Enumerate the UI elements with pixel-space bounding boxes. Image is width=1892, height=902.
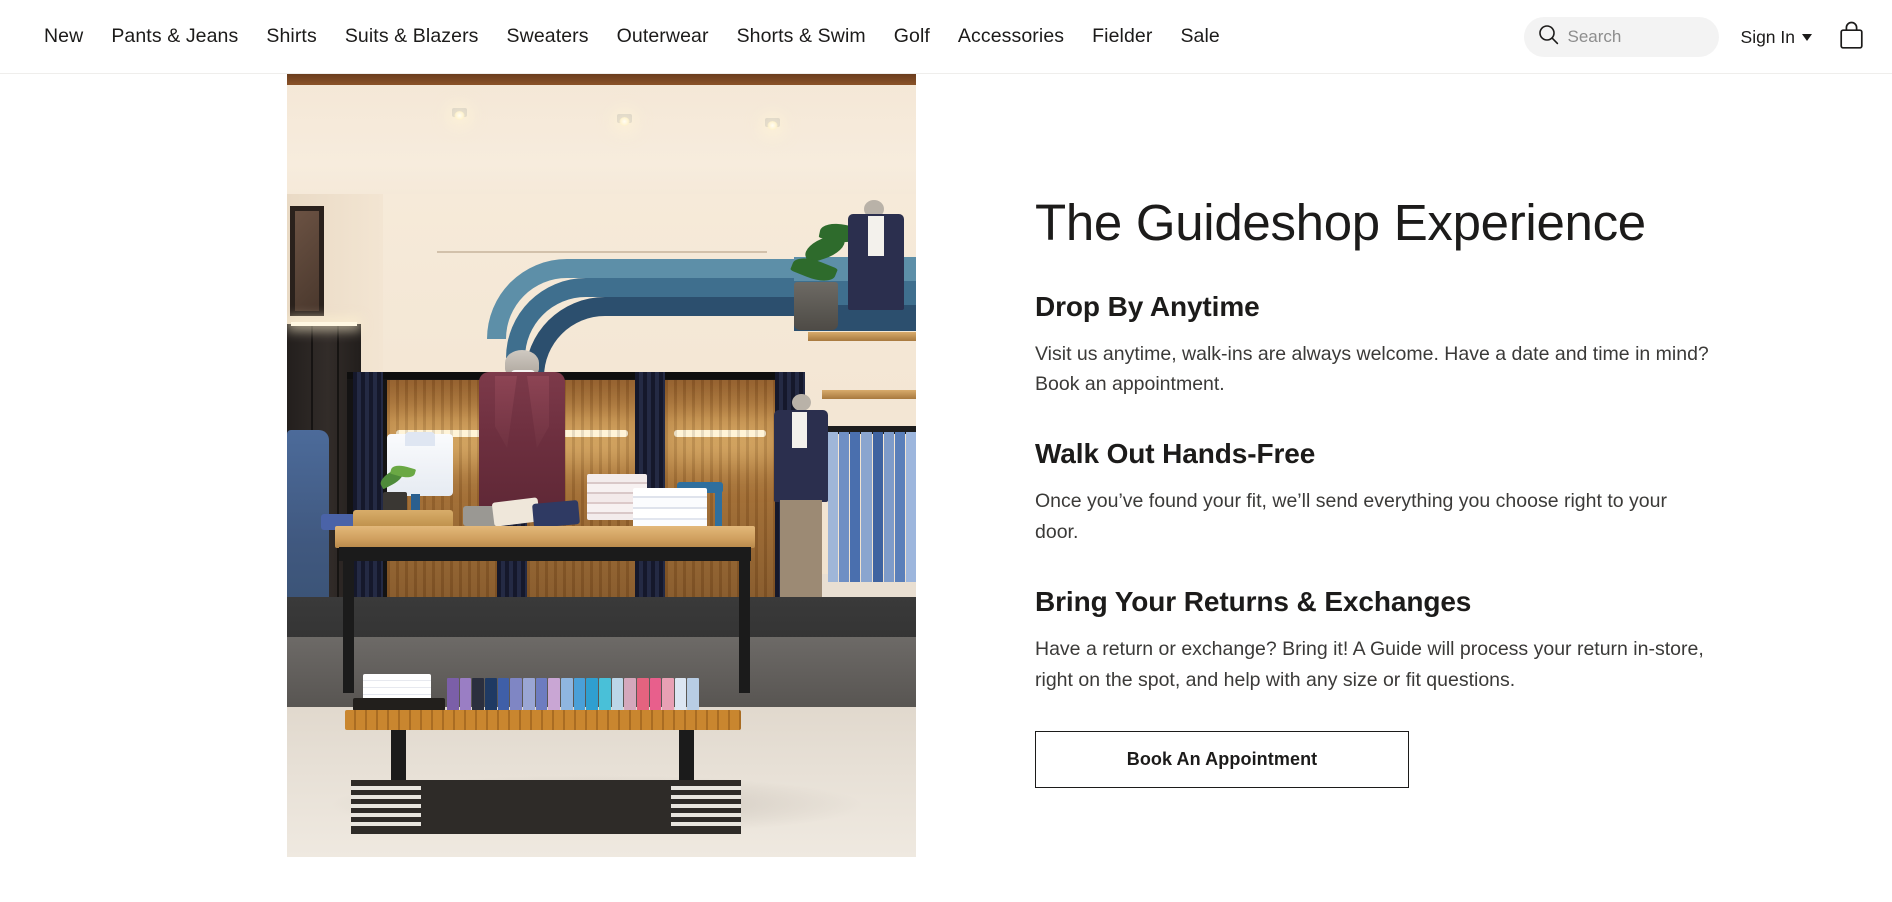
planter bbox=[794, 282, 838, 330]
burgundy-suit-mannequin bbox=[479, 372, 565, 520]
display-table-apron bbox=[339, 547, 751, 561]
ceiling-beam bbox=[287, 74, 916, 85]
display-bench bbox=[345, 710, 741, 730]
framed-artwork bbox=[290, 206, 324, 316]
book-an-appointment-button[interactable]: Book An Appointment bbox=[1035, 731, 1409, 789]
section-body-bring-your-returns-exchanges: Have a return or exchange? Bring it! A G… bbox=[1035, 637, 1704, 691]
ceiling-spotlight bbox=[452, 108, 467, 120]
section-heading-walk-out-hands-free: Walk Out Hands-Free bbox=[1035, 438, 1316, 470]
guideshop-store-photo bbox=[287, 74, 916, 857]
search-input[interactable] bbox=[1567, 27, 1698, 47]
ceiling-spotlight bbox=[617, 114, 632, 126]
nav-item-shorts-swim[interactable]: Shorts & Swim bbox=[723, 19, 880, 54]
search-icon bbox=[1538, 24, 1559, 50]
nav-item-fielder[interactable]: Fielder bbox=[1078, 19, 1166, 54]
header-utilities: Sign In bbox=[1523, 0, 1892, 74]
shirt-rack bbox=[828, 432, 916, 582]
cart-button[interactable] bbox=[1838, 21, 1865, 53]
page-title: The Guideshop Experience bbox=[1035, 194, 1646, 251]
chevron-down-icon bbox=[1802, 33, 1812, 41]
site-header: New Pants & Jeans Shirts Suits & Blazers… bbox=[0, 0, 1892, 74]
led-strip bbox=[291, 322, 357, 326]
nav-item-shirts[interactable]: Shirts bbox=[252, 19, 330, 54]
search-box[interactable] bbox=[1523, 17, 1719, 57]
section-body-drop-by-anytime: Visit us anytime, walk-ins are always we… bbox=[1035, 342, 1709, 396]
nav-item-pants-jeans[interactable]: Pants & Jeans bbox=[97, 19, 252, 54]
bench-shirt-row bbox=[447, 678, 700, 712]
folded-fabric bbox=[532, 500, 580, 528]
sign-in-label: Sign In bbox=[1740, 26, 1795, 47]
store-interior-scene bbox=[287, 74, 916, 857]
fitting-room-curtain bbox=[353, 372, 383, 612]
nav-item-golf[interactable]: Golf bbox=[880, 19, 944, 54]
main-content: The Guideshop Experience Drop By Anytime… bbox=[0, 74, 1892, 902]
ceiling-spotlight bbox=[765, 118, 780, 130]
nav-item-sweaters[interactable]: Sweaters bbox=[493, 19, 603, 54]
section-body-walk-out-hands-free: Once you’ve found your fit, we’ll send e… bbox=[1035, 490, 1667, 544]
primary-navigation: New Pants & Jeans Shirts Suits & Blazers… bbox=[44, 19, 1234, 54]
guideshop-info-column: The Guideshop Experience Drop By Anytime… bbox=[1035, 74, 1735, 789]
nav-item-outerwear[interactable]: Outerwear bbox=[603, 19, 723, 54]
nav-item-accessories[interactable]: Accessories bbox=[944, 19, 1078, 54]
soffit-line bbox=[437, 251, 767, 253]
display-shirt-collar bbox=[405, 432, 435, 446]
nav-item-suits-blazers[interactable]: Suits & Blazers bbox=[331, 19, 493, 54]
display-table bbox=[335, 526, 755, 548]
section-heading-drop-by-anytime: Drop By Anytime bbox=[1035, 290, 1260, 322]
nav-item-new[interactable]: New bbox=[44, 19, 97, 54]
section-heading-bring-your-returns-exchanges: Bring Your Returns & Exchanges bbox=[1035, 585, 1472, 617]
floor-rug bbox=[351, 780, 741, 834]
sign-in-menu[interactable]: Sign In bbox=[1741, 27, 1812, 48]
shopping-bag-icon bbox=[1838, 21, 1865, 53]
nav-item-sale[interactable]: Sale bbox=[1166, 19, 1233, 54]
